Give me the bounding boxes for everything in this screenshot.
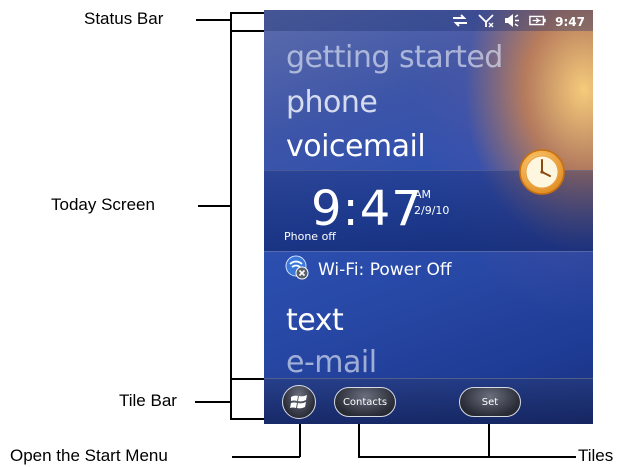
menu-item-getting-started[interactable]: getting started <box>286 40 503 75</box>
callout-line-tiles-left-up <box>358 424 360 457</box>
tile-bar: Contacts Set <box>264 378 593 424</box>
status-time[interactable]: 9:47 <box>555 15 585 29</box>
today-screen: 9:47 getting started phone voicemail 9:4… <box>264 10 593 424</box>
callout-line-tiles-right-up <box>488 424 490 457</box>
clock-icon <box>517 147 567 197</box>
menu-item-voicemail[interactable]: voicemail <box>286 129 426 164</box>
callout-status-bar: Status Bar <box>84 9 164 28</box>
today-time: 9:47 <box>311 181 423 237</box>
bracket-vertical <box>230 12 232 419</box>
windows-logo-icon <box>290 395 307 409</box>
callout-line-start-up <box>299 424 301 457</box>
battery-icon[interactable] <box>529 13 547 31</box>
callout-open-start-menu: Open the Start Menu <box>10 446 168 465</box>
bracket-bottom-tick <box>230 418 264 420</box>
wifi-label: Wi-Fi: Power Off <box>318 260 452 280</box>
status-bar[interactable]: 9:47 <box>264 10 593 31</box>
today-ampm: AM <box>414 188 432 201</box>
start-button[interactable] <box>282 385 316 419</box>
callout-tiles: Tiles <box>578 446 614 465</box>
no-signal-icon[interactable] <box>477 13 495 31</box>
callout-line-start <box>232 456 300 458</box>
callout-today-screen: Today Screen <box>51 195 155 214</box>
bracket-status-end <box>230 30 264 32</box>
sync-icon[interactable] <box>451 13 469 31</box>
callout-tile-bar: Tile Bar <box>119 391 177 410</box>
phone-status: Phone off <box>284 230 336 243</box>
today-date: 2/9/10 <box>414 204 450 217</box>
bracket-top-tick <box>230 12 264 14</box>
speaker-icon[interactable] <box>503 13 521 31</box>
set-tile-button[interactable]: Set <box>459 387 521 417</box>
menu-item-email[interactable]: e-mail <box>286 345 377 380</box>
menu-item-text[interactable]: text <box>286 303 344 338</box>
callout-line-today-screen <box>198 205 230 207</box>
bracket-today-end <box>230 378 264 380</box>
wifi-off-icon <box>284 254 312 287</box>
menu-item-phone[interactable]: phone <box>286 85 378 120</box>
contacts-tile-button[interactable]: Contacts <box>334 387 396 417</box>
callout-line-status-bar <box>196 19 230 21</box>
wifi-status[interactable]: Wi-Fi: Power Off <box>284 255 452 285</box>
callout-line-tile-bar <box>195 401 230 403</box>
callout-line-tiles <box>358 456 576 458</box>
